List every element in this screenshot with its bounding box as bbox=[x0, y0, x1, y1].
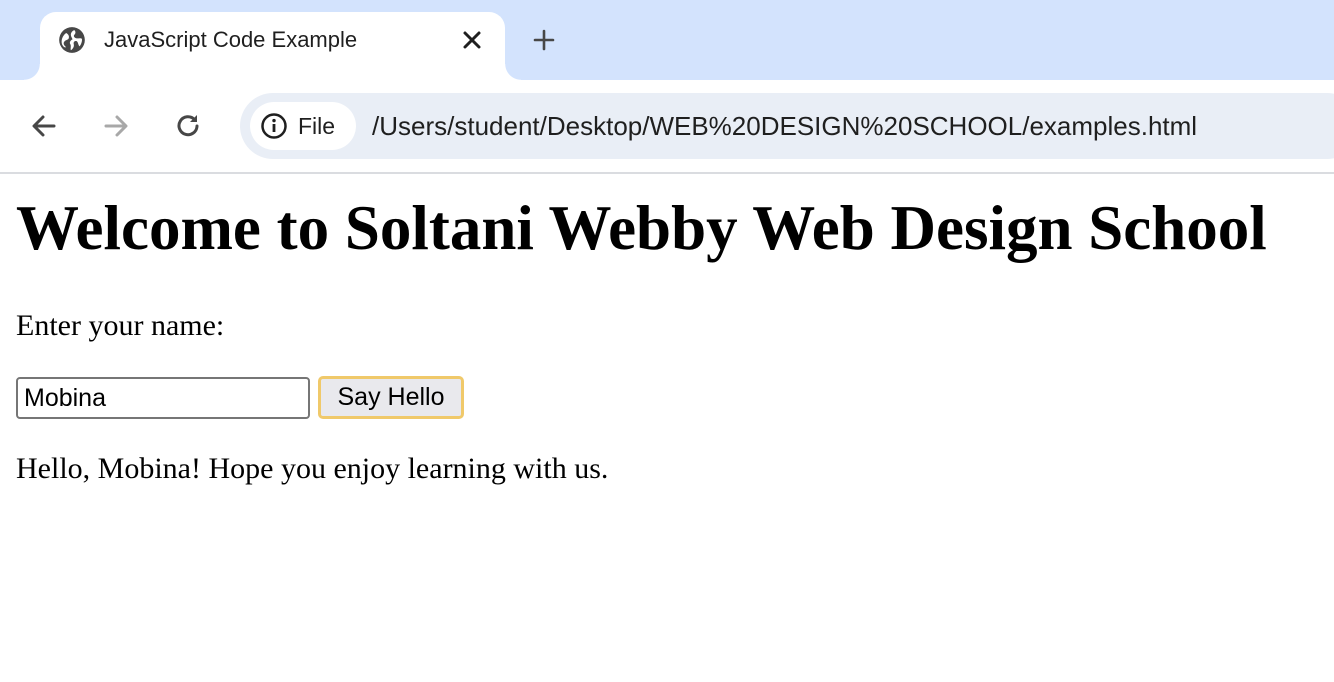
name-label: Enter your name: bbox=[16, 309, 225, 342]
arrow-right-icon[interactable] bbox=[98, 108, 134, 144]
tab-flare-left bbox=[24, 64, 40, 80]
address-bar[interactable]: File /Users/student/Desktop/WEB%20DESIGN… bbox=[240, 93, 1334, 159]
close-icon[interactable] bbox=[458, 26, 486, 54]
arrow-left-icon[interactable] bbox=[26, 108, 62, 144]
globe-icon bbox=[59, 27, 85, 53]
tab-title: JavaScript Code Example bbox=[104, 27, 358, 52]
greeting-message: Hello, Mobina! Hope you enjoy learning w… bbox=[16, 452, 609, 485]
toolbar: File /Users/student/Desktop/WEB%20DESIGN… bbox=[0, 80, 1334, 172]
url-text[interactable]: /Users/student/Desktop/WEB%20DESIGN%20SC… bbox=[372, 93, 1197, 159]
page-heading: Welcome to Soltani Webby Web Design Scho… bbox=[16, 193, 1267, 263]
plus-icon[interactable] bbox=[528, 24, 560, 56]
browser-window: JavaScript Code Example File /Users/stud… bbox=[0, 0, 1334, 682]
tab-flare-right bbox=[505, 64, 521, 80]
page-content: Welcome to Soltani Webby Web Design Scho… bbox=[0, 174, 1334, 682]
site-info-label: File bbox=[298, 113, 336, 139]
site-info-chip[interactable]: File bbox=[250, 102, 356, 150]
name-input[interactable] bbox=[16, 377, 310, 419]
reload-icon[interactable] bbox=[170, 108, 206, 144]
say-hello-button[interactable]: Say Hello bbox=[318, 376, 464, 419]
info-icon bbox=[261, 113, 287, 139]
